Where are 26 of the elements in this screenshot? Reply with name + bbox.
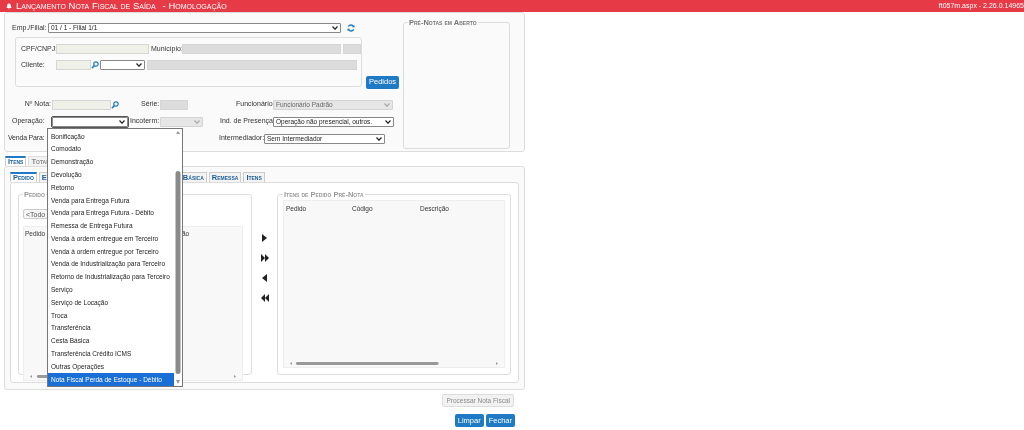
- select-field[interactable]: [52, 116, 128, 127]
- input-field[interactable]: [56, 43, 149, 54]
- caret-icon: [119, 119, 125, 124]
- double-arrow-right-icon[interactable]: [260, 253, 269, 262]
- text-field[interactable]: [182, 43, 341, 54]
- caret-icon: [384, 102, 390, 107]
- caret-icon: [332, 26, 338, 31]
- arrow-left-icon[interactable]: [262, 273, 267, 282]
- caret-icon: [376, 136, 382, 141]
- window-title: Lançamento Nota Fiscal de Saída: [16, 0, 156, 13]
- double-arrow-left-icon[interactable]: [260, 293, 269, 302]
- input-field[interactable]: [52, 99, 111, 110]
- search-icon[interactable]: [111, 100, 119, 109]
- search-icon[interactable]: [91, 61, 99, 70]
- scrollbar[interactable]: [174, 129, 182, 386]
- select-field[interactable]: [100, 60, 145, 71]
- bell-icon: [6, 2, 12, 10]
- caret-icon: [385, 119, 391, 124]
- text-field[interactable]: [343, 43, 361, 54]
- arrow-right-icon[interactable]: [262, 233, 267, 242]
- caret-icon: [194, 119, 200, 124]
- refresh-icon[interactable]: [347, 24, 355, 33]
- text-field[interactable]: [147, 60, 357, 71]
- input-field[interactable]: [56, 60, 91, 71]
- caret-icon: [136, 63, 142, 68]
- environment-label: - Homologação: [162, 0, 227, 13]
